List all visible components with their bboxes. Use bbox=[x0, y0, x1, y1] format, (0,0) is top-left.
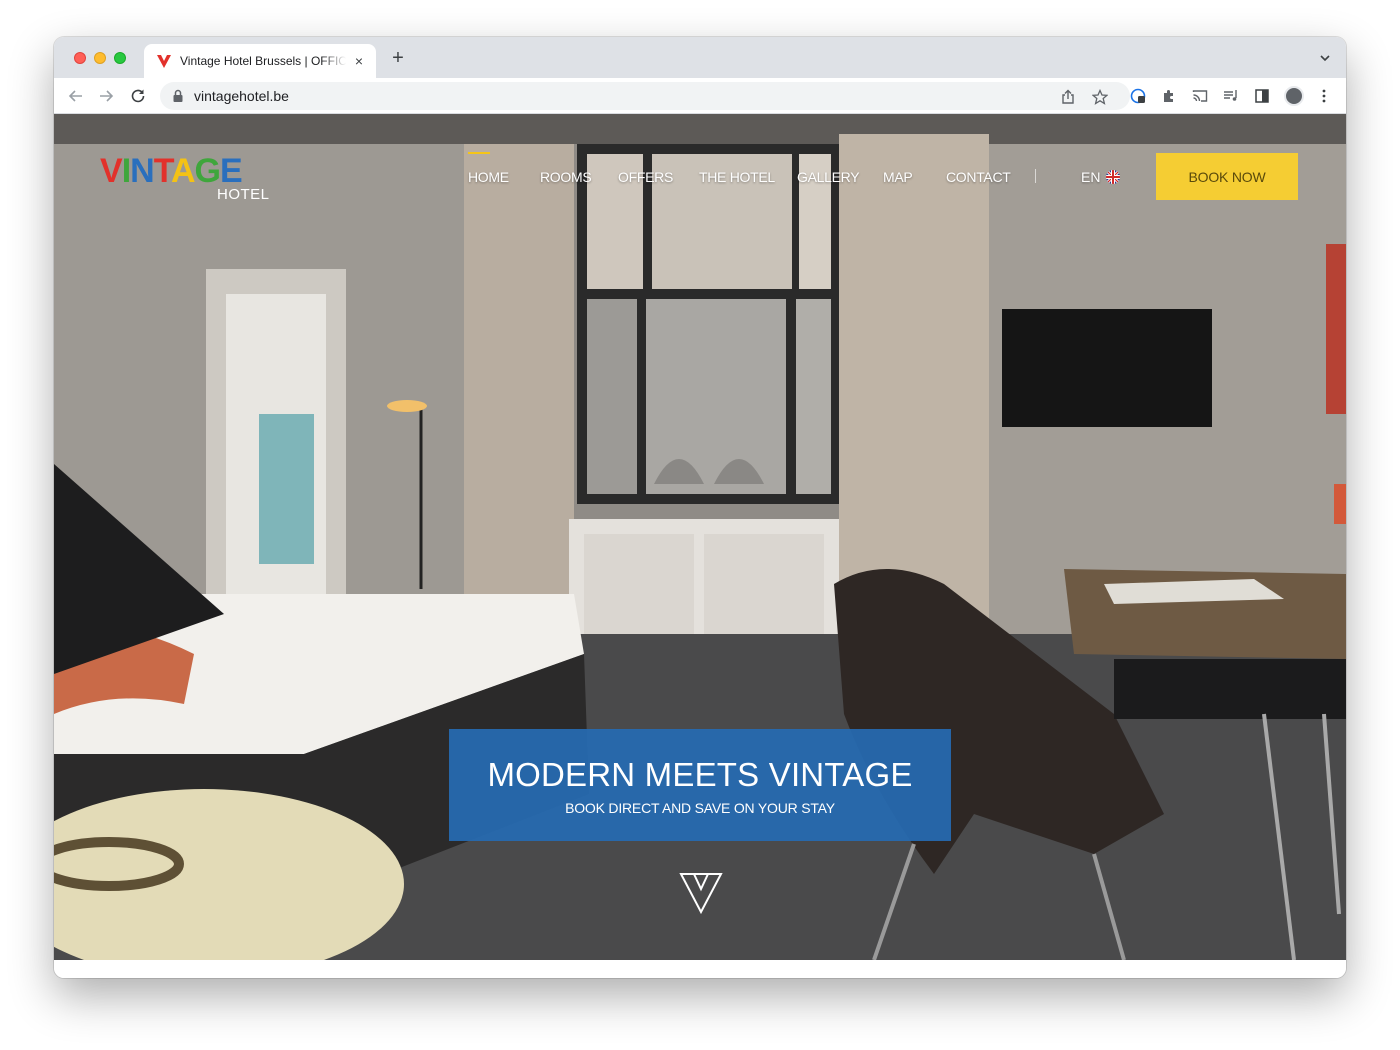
browser-tab[interactable]: Vintage Hotel Brussels | OFFICIAL SITE × bbox=[144, 44, 376, 78]
svg-text:HOTEL: HOTEL bbox=[217, 186, 270, 203]
extension-icon[interactable] bbox=[1130, 88, 1146, 104]
url-text: vintagehotel.be bbox=[194, 88, 289, 104]
browser-toolbar: vintagehotel.be bbox=[54, 78, 1346, 114]
svg-text:VINTAGE: VINTAGE bbox=[100, 152, 242, 190]
new-tab-button[interactable]: + bbox=[388, 47, 408, 70]
star-icon[interactable] bbox=[1092, 89, 1108, 105]
close-tab-icon[interactable]: × bbox=[352, 53, 366, 69]
nav-divider bbox=[1035, 169, 1036, 183]
language-selector[interactable]: EN bbox=[1081, 169, 1121, 185]
sidebar-icon[interactable] bbox=[1254, 88, 1270, 104]
media-icon[interactable] bbox=[1223, 88, 1239, 104]
zoom-window-button[interactable] bbox=[114, 52, 126, 64]
vintage-favicon-icon bbox=[157, 55, 171, 68]
back-arrow-icon[interactable] bbox=[66, 86, 86, 106]
nav-contact[interactable]: CONTACT bbox=[946, 169, 1011, 185]
address-bar[interactable]: vintagehotel.be bbox=[160, 82, 1130, 110]
hero-subtitle: BOOK DIRECT AND SAVE ON YOUR STAY bbox=[565, 800, 835, 816]
tab-title: Vintage Hotel Brussels | OFFICIAL SITE bbox=[180, 54, 346, 68]
reload-icon[interactable] bbox=[128, 86, 148, 106]
uk-flag-icon bbox=[1106, 170, 1121, 184]
hero-section: VINTAGE HOTEL HOME ROOMS OFFERS THE HOTE… bbox=[54, 114, 1346, 960]
language-label: EN bbox=[1081, 169, 1101, 185]
hero-title: MODERN MEETS VINTAGE bbox=[487, 756, 913, 793]
nav-home[interactable]: HOME bbox=[468, 169, 509, 185]
close-window-button[interactable] bbox=[74, 52, 86, 64]
scroll-down-icon[interactable] bbox=[678, 871, 724, 915]
cast-icon[interactable] bbox=[1192, 88, 1208, 104]
profile-avatar[interactable] bbox=[1284, 86, 1304, 106]
share-icon[interactable] bbox=[1060, 89, 1076, 105]
hero-caption-box: MODERN MEETS VINTAGE BOOK DIRECT AND SAV… bbox=[449, 729, 951, 841]
active-nav-indicator bbox=[468, 152, 490, 154]
tab-search-chevron-icon[interactable] bbox=[1318, 51, 1332, 65]
page-footer-strip bbox=[54, 960, 1346, 978]
nav-rooms[interactable]: ROOMS bbox=[540, 169, 592, 185]
vintage-hotel-logo[interactable]: VINTAGE HOTEL bbox=[100, 152, 280, 204]
book-now-button[interactable]: BOOK NOW bbox=[1156, 153, 1298, 200]
forward-arrow-icon[interactable] bbox=[96, 86, 116, 106]
puzzle-icon[interactable] bbox=[1161, 88, 1177, 104]
tab-strip: Vintage Hotel Brussels | OFFICIAL SITE ×… bbox=[54, 37, 1346, 78]
nav-the-hotel[interactable]: THE HOTEL bbox=[699, 169, 775, 185]
nav-map[interactable]: MAP bbox=[883, 169, 913, 185]
nav-offers[interactable]: OFFERS bbox=[618, 169, 673, 185]
minimize-window-button[interactable] bbox=[94, 52, 106, 64]
nav-gallery[interactable]: GALLERY bbox=[797, 169, 860, 185]
kebab-menu-icon[interactable] bbox=[1316, 88, 1332, 104]
browser-window: Vintage Hotel Brussels | OFFICIAL SITE ×… bbox=[54, 37, 1346, 978]
lock-icon bbox=[173, 89, 183, 102]
